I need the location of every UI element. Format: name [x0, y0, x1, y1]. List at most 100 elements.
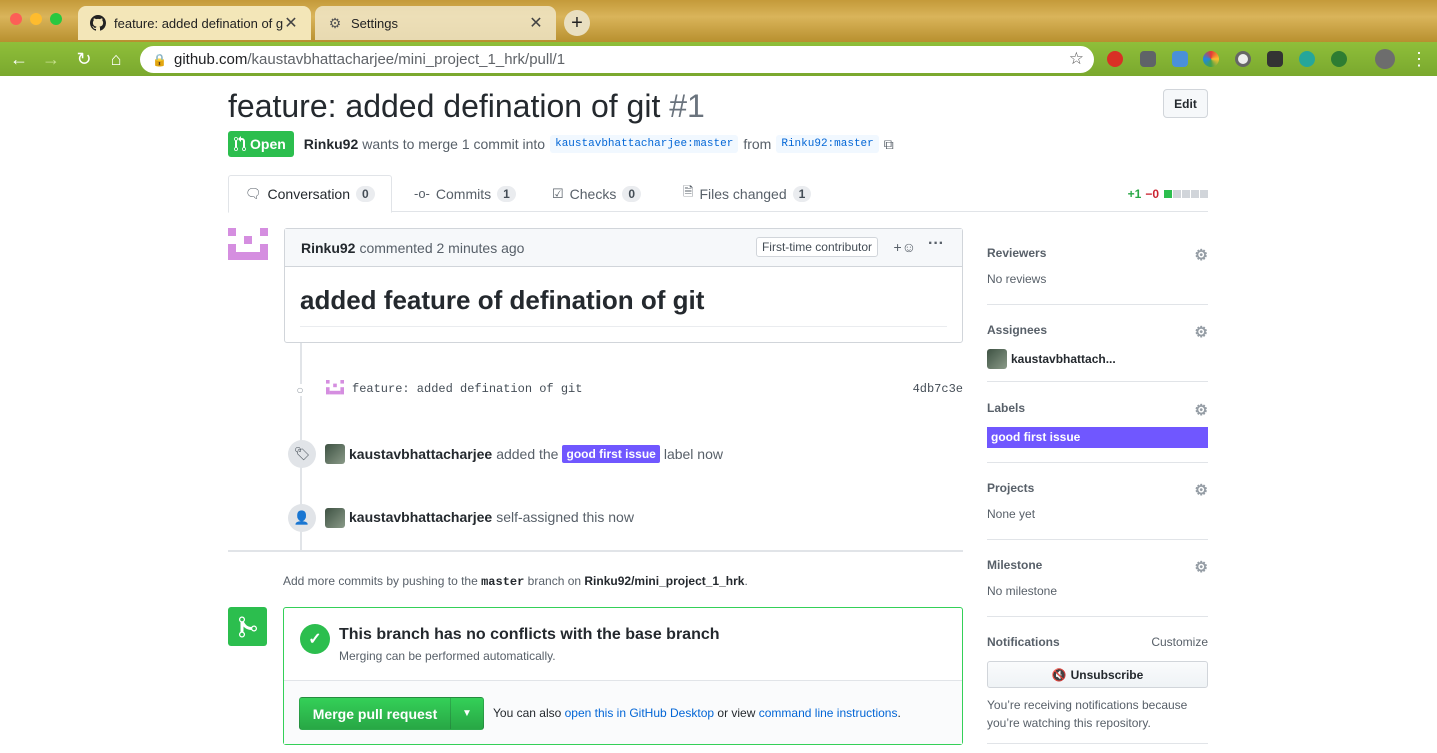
- merge-pull-request-button[interactable]: Merge pull request ▼: [299, 697, 484, 730]
- extension-icon[interactable]: [1172, 51, 1188, 67]
- command-line-link[interactable]: command line instructions: [759, 706, 898, 720]
- commit-message-link[interactable]: feature: added defination of git: [352, 382, 582, 396]
- gear-icon[interactable]: ⚙: [1195, 401, 1208, 419]
- tab-title: feature: added defination of git: [114, 15, 283, 31]
- milestone-value: No milestone: [987, 584, 1058, 598]
- commit-icon: ○: [294, 383, 306, 397]
- timeline-label-event: 🏷 kaustavbhattacharjee added the good fi…: [284, 438, 963, 470]
- mute-icon: 🔇: [1051, 667, 1067, 682]
- gear-icon[interactable]: ⚙: [1195, 481, 1208, 499]
- profile-avatar[interactable]: [1375, 49, 1395, 69]
- assignee-item[interactable]: kaustavbhattach...: [987, 349, 1208, 369]
- labels-heading: Labels ⚙: [987, 401, 1208, 419]
- close-tab-icon[interactable]: ✕: [528, 13, 544, 33]
- event-text: kaustavbhattacharjee added the good firs…: [349, 445, 723, 463]
- assignees-title: Assignees: [987, 323, 1048, 337]
- comment-header: Rinku92 commented 2 minutes ago First-ti…: [285, 229, 962, 267]
- bookmark-star-icon[interactable]: ☆: [1069, 49, 1084, 69]
- sidebar-divider: [987, 304, 1208, 305]
- close-tab-icon[interactable]: ✕: [283, 13, 299, 33]
- tab-conversation[interactable]: 🗨 Conversation 0: [228, 175, 392, 213]
- event-post: label now: [663, 446, 723, 462]
- additions-count: +1: [1127, 187, 1142, 201]
- minimize-window-button[interactable]: [30, 13, 42, 25]
- kebab-menu-icon[interactable]: ···: [928, 235, 944, 253]
- pr-author-link[interactable]: Rinku92: [304, 136, 358, 152]
- close-window-button[interactable]: [10, 13, 22, 25]
- commit-author-avatar[interactable]: [326, 380, 344, 398]
- extension-icon[interactable]: [1203, 51, 1219, 67]
- back-button[interactable]: ←: [8, 48, 30, 70]
- browser-menu-icon[interactable]: ⋮: [1408, 48, 1430, 70]
- state-badge: Open: [228, 131, 294, 157]
- open-in-desktop-link[interactable]: open this in GitHub Desktop: [565, 706, 714, 720]
- gear-icon[interactable]: ⚙: [1195, 558, 1208, 576]
- actor-avatar[interactable]: [325, 444, 345, 464]
- hint-branch: master: [481, 575, 525, 589]
- reviewers-heading: Reviewers ⚙: [987, 246, 1208, 264]
- file-diff-icon: 🗎: [683, 183, 694, 199]
- unsubscribe-button[interactable]: 🔇 Unsubscribe: [987, 661, 1208, 688]
- sidebar-reviewers: Reviewers ⚙ No reviews: [987, 246, 1208, 286]
- merge-button-label[interactable]: Merge pull request: [300, 698, 451, 729]
- checklist-icon: ☑: [552, 185, 564, 201]
- tag-icon: 🏷: [288, 440, 316, 468]
- customize-link[interactable]: Customize: [1151, 635, 1208, 649]
- browser-tab-pr[interactable]: feature: added defination of git ✕: [78, 6, 311, 40]
- actor-link[interactable]: kaustavbhattacharjee: [349, 446, 492, 462]
- new-tab-button[interactable]: +: [564, 10, 590, 36]
- timeline-assign-event: 👤 kaustavbhattacharjee self-assigned thi…: [284, 502, 963, 534]
- gear-icon[interactable]: ⚙: [1195, 246, 1208, 264]
- tab-commits[interactable]: -o- Commits 1: [398, 175, 532, 212]
- projects-value: None yet: [987, 507, 1036, 521]
- extension-icon[interactable]: [1267, 51, 1283, 67]
- edit-button[interactable]: Edit: [1163, 89, 1208, 118]
- browser-tab-strip: feature: added defination of git ✕ ⚙ Set…: [0, 0, 1437, 42]
- extension-icon[interactable]: [1331, 51, 1347, 67]
- add-reaction-button[interactable]: +☺: [894, 239, 916, 255]
- comment-author[interactable]: Rinku92: [301, 240, 355, 256]
- commit-sha-link[interactable]: 4db7c3e: [913, 382, 963, 396]
- base-branch[interactable]: kaustavbhattacharjee:master: [550, 135, 739, 153]
- label-badge[interactable]: good first issue: [987, 427, 1208, 448]
- maximize-window-button[interactable]: [50, 13, 62, 25]
- tab-label: Commits: [435, 185, 492, 202]
- diffstat-block: [1164, 190, 1172, 198]
- extension-icon[interactable]: [1235, 51, 1251, 67]
- diffstat-block: [1191, 190, 1199, 198]
- also-pre: You can also: [493, 706, 562, 720]
- forward-button[interactable]: →: [40, 48, 62, 70]
- home-button[interactable]: ⌂: [105, 48, 127, 70]
- reload-button[interactable]: ↻: [73, 48, 95, 70]
- extension-icon[interactable]: [1107, 51, 1123, 67]
- chevron-down-icon[interactable]: ▼: [451, 708, 483, 719]
- author-avatar[interactable]: [228, 228, 268, 268]
- diffstat: +1 −0: [1128, 187, 1208, 201]
- copy-icon[interactable]: ⧉: [884, 136, 894, 153]
- tab-files-changed[interactable]: 🗎 Files changed 1: [667, 175, 827, 212]
- extension-icon[interactable]: [1140, 51, 1156, 67]
- head-branch[interactable]: Rinku92:master: [776, 135, 879, 153]
- git-merge-icon: [228, 607, 267, 646]
- actor-link[interactable]: kaustavbhattacharjee: [349, 509, 492, 525]
- address-bar[interactable]: 🔒 github.com/kaustavbhattacharjee/mini_p…: [140, 46, 1094, 73]
- pr-title: feature: added defination of git #1: [228, 88, 705, 125]
- comment-body: added feature of defination of git: [285, 267, 962, 327]
- unsubscribe-label: Unsubscribe: [1070, 667, 1144, 682]
- milestone-title: Milestone: [987, 558, 1043, 572]
- tab-title: Settings: [351, 15, 398, 31]
- hint-pre: Add more commits by pushing to the: [283, 574, 478, 588]
- actor-avatar[interactable]: [325, 508, 345, 528]
- label-badge[interactable]: good first issue: [562, 445, 660, 463]
- tab-checks[interactable]: ☑ Checks 0: [536, 175, 657, 212]
- sidebar-milestone: Milestone ⚙ No milestone: [987, 558, 1208, 598]
- comment-time[interactable]: commented 2 minutes ago: [359, 240, 524, 256]
- state-label: Open: [250, 136, 286, 152]
- url-host: github.com: [174, 51, 248, 68]
- browser-toolbar: ← → ↻ ⌂ 🔒 github.com/kaustavbhattacharje…: [0, 42, 1437, 76]
- merge-box: ✓ This branch has no conflicts with the …: [283, 607, 963, 745]
- gear-icon[interactable]: ⚙: [1195, 323, 1208, 341]
- browser-tab-settings[interactable]: ⚙ Settings ✕: [315, 6, 556, 40]
- also-end: .: [897, 706, 901, 720]
- extension-icon[interactable]: [1299, 51, 1315, 67]
